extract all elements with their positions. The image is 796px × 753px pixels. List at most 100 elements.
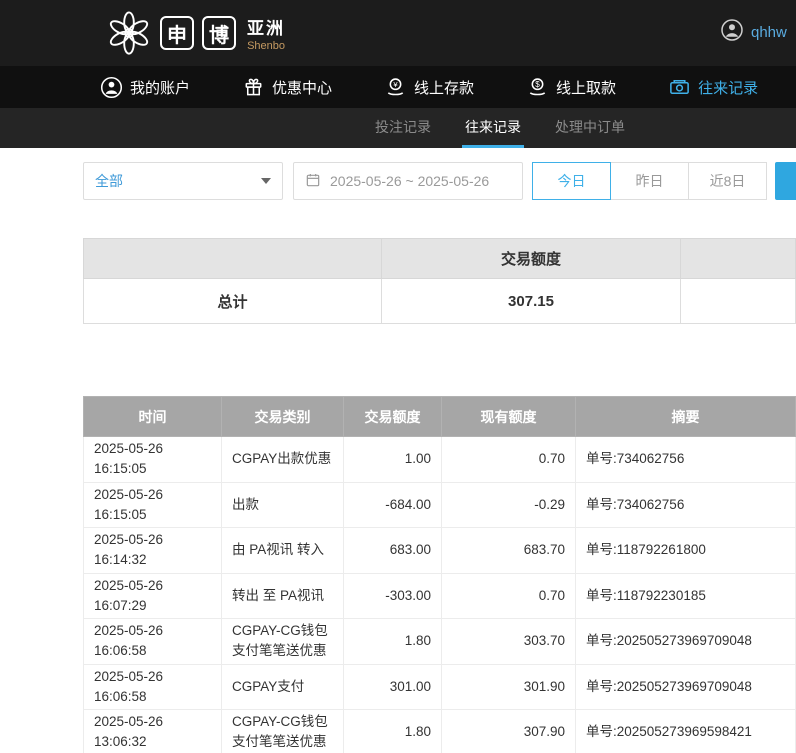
cell-type: CGPAY-CG钱包支付笔笔送优惠 [222, 710, 344, 753]
withdraw-coin-icon: $ [526, 76, 549, 99]
table-row: 2025-05-26 16:07:29转出 至 PA视讯-303.000.70单… [84, 573, 796, 619]
cell-summary: 单号:202505273969598421 [576, 710, 796, 753]
summary-total-value: 307.15 [382, 279, 681, 324]
col-header-type: 交易类别 [222, 397, 344, 437]
calendar-icon [305, 172, 321, 191]
cell-summary: 单号:118792261800 [576, 528, 796, 574]
cell-amount: -684.00 [344, 482, 442, 528]
table-row: 2025-05-26 16:15:05出款-684.00-0.29单号:7340… [84, 482, 796, 528]
records-icon [668, 76, 691, 99]
quick-date-buttons: 今日 昨日 近8日 [533, 162, 767, 200]
cell-balance: 0.70 [442, 573, 576, 619]
cell-type: 由 PA视讯 转入 [222, 528, 344, 574]
cell-type: 转出 至 PA视讯 [222, 573, 344, 619]
cell-time: 2025-05-26 16:06:58 [84, 619, 222, 665]
transactions-header-row: 时间 交易类别 交易额度 现有额度 摘要 [84, 397, 796, 437]
summary-total-empty [681, 279, 796, 324]
table-row: 2025-05-26 16:15:05CGPAY出款优惠1.000.70单号:7… [84, 437, 796, 483]
search-button[interactable] [775, 162, 796, 200]
cell-balance: 307.90 [442, 710, 576, 753]
nav-item-label: 线上存款 [414, 77, 474, 98]
nav-item-label: 线上取款 [556, 77, 616, 98]
nav-item-transaction-records[interactable]: 往来记录 [668, 76, 758, 99]
col-header-amount: 交易额度 [344, 397, 442, 437]
cell-time: 2025-05-26 16:15:05 [84, 437, 222, 483]
cell-balance: -0.29 [442, 482, 576, 528]
svg-text:¥: ¥ [393, 79, 398, 88]
brand-char-bo: 博 [202, 16, 236, 50]
cell-time: 2025-05-26 13:06:32 [84, 710, 222, 753]
col-header-summary: 摘要 [576, 397, 796, 437]
date-range-value: 2025-05-26 ~ 2025-05-26 [330, 173, 489, 189]
nav-item-my-account[interactable]: 我的账户 [100, 76, 190, 99]
cell-amount: 1.80 [344, 619, 442, 665]
cell-summary: 单号:202505273969709048 [576, 619, 796, 665]
table-row: 2025-05-26 16:06:58CGPAY-CG钱包支付笔笔送优惠1.80… [84, 619, 796, 665]
top-header: 申 博 亚洲 Shenbo qhhw [0, 0, 796, 66]
nav-item-deposit[interactable]: ¥ 线上存款 [384, 76, 474, 99]
table-row: 2025-05-26 16:14:32由 PA视讯 转入683.00683.70… [84, 528, 796, 574]
nav-item-label: 优惠中心 [272, 77, 332, 98]
nav-item-promotions[interactable]: 优惠中心 [242, 76, 332, 99]
flower-logo-icon [106, 10, 152, 56]
cell-amount: 1.00 [344, 437, 442, 483]
table-row: 2025-05-26 16:06:58CGPAY支付301.00301.90单号… [84, 664, 796, 710]
cell-type: CGPAY支付 [222, 664, 344, 710]
user-account[interactable]: qhhw [720, 18, 787, 47]
cell-balance: 301.90 [442, 664, 576, 710]
sub-nav: 投注记录 往来记录 处理中订单 [0, 108, 796, 148]
cell-amount: -303.00 [344, 573, 442, 619]
cell-time: 2025-05-26 16:15:05 [84, 482, 222, 528]
user-icon [100, 76, 123, 99]
date-range-input[interactable]: 2025-05-26 ~ 2025-05-26 [293, 162, 523, 200]
cell-summary: 单号:118792230185 [576, 573, 796, 619]
cell-summary: 单号:202505273969709048 [576, 664, 796, 710]
last-8-days-button[interactable]: 近8日 [688, 162, 767, 200]
cell-summary: 单号:734062756 [576, 437, 796, 483]
summary-table: 交易额度 总计 307.15 [83, 238, 796, 324]
cell-type: CGPAY-CG钱包支付笔笔送优惠 [222, 619, 344, 665]
type-select[interactable]: 全部 [83, 162, 283, 200]
cell-balance: 303.70 [442, 619, 576, 665]
summary-header-empty [84, 239, 382, 279]
tab-processing-orders[interactable]: 处理中订单 [552, 108, 628, 148]
chevron-down-icon [261, 178, 271, 184]
tab-betting-records[interactable]: 投注记录 [372, 108, 434, 148]
main-nav: 我的账户 优惠中心 ¥ 线上存款 $ [0, 66, 796, 108]
cell-balance: 683.70 [442, 528, 576, 574]
username: qhhw [751, 24, 787, 41]
col-header-balance: 现有额度 [442, 397, 576, 437]
cell-time: 2025-05-26 16:06:58 [84, 664, 222, 710]
cell-type: 出款 [222, 482, 344, 528]
summary-total-row: 总计 307.15 [84, 279, 796, 324]
cell-balance: 0.70 [442, 437, 576, 483]
cell-amount: 683.00 [344, 528, 442, 574]
today-button[interactable]: 今日 [532, 162, 611, 200]
user-avatar-icon [720, 18, 744, 47]
tab-transaction-records[interactable]: 往来记录 [462, 108, 524, 148]
summary-header-label: 交易额度 [382, 239, 681, 279]
deposit-coin-icon: ¥ [384, 76, 407, 99]
cell-type: CGPAY出款优惠 [222, 437, 344, 483]
transactions-table: 时间 交易类别 交易额度 现有额度 摘要 2025-05-26 16:15:05… [83, 396, 796, 753]
summary-header-empty [681, 239, 796, 279]
brand-logo: 申 博 亚洲 Shenbo [106, 10, 285, 56]
yesterday-button[interactable]: 昨日 [610, 162, 689, 200]
transactions-body: 2025-05-26 16:15:05CGPAY出款优惠1.000.70单号:7… [84, 437, 796, 753]
nav-item-withdraw[interactable]: $ 线上取款 [526, 76, 616, 99]
brand-region: 亚洲 [247, 14, 285, 39]
svg-text:$: $ [535, 80, 540, 89]
nav-item-label: 往来记录 [698, 77, 758, 98]
table-row: 2025-05-26 13:06:32CGPAY-CG钱包支付笔笔送优惠1.80… [84, 710, 796, 753]
cell-time: 2025-05-26 16:07:29 [84, 573, 222, 619]
col-header-time: 时间 [84, 397, 222, 437]
cell-amount: 1.80 [344, 710, 442, 753]
cell-summary: 单号:734062756 [576, 482, 796, 528]
summary-total-label: 总计 [84, 279, 382, 324]
gift-icon [242, 76, 265, 99]
filter-bar: 全部 2025-05-26 ~ 2025-05-26 今日 昨日 近8日 [83, 162, 796, 200]
summary-header-row: 交易额度 [84, 239, 796, 279]
nav-item-label: 我的账户 [130, 77, 190, 98]
type-select-value: 全部 [95, 171, 123, 191]
brand-subtitle: Shenbo [247, 40, 285, 52]
